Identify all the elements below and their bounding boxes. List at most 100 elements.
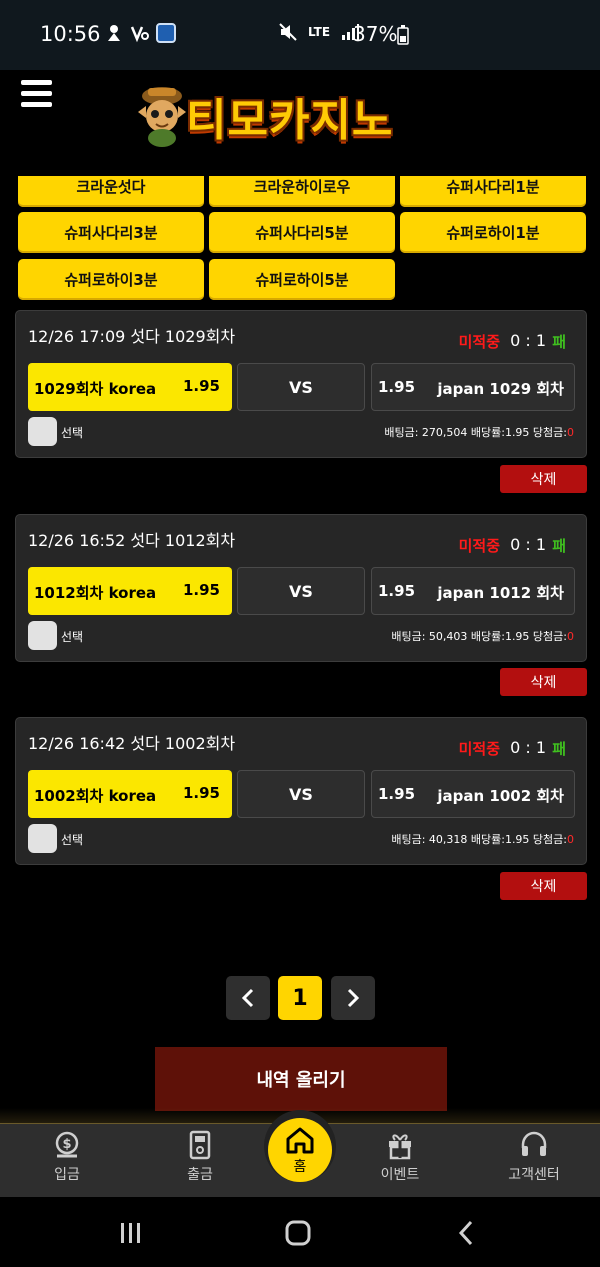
bet-result: 패 bbox=[552, 537, 566, 555]
bet-card: 12/26 16:52 섯다 1012회차 미적중 0 : 1 패 1012회차… bbox=[15, 514, 587, 662]
delete-button[interactable]: 삭제 bbox=[500, 872, 587, 900]
header-overlay: 티모카지노 bbox=[0, 70, 600, 176]
away-odds: 1.95 bbox=[378, 582, 416, 600]
category-button[interactable]: 슈퍼사다리3분 bbox=[18, 212, 204, 253]
select-checkbox[interactable] bbox=[28, 824, 57, 853]
status-system-icons: LTE bbox=[278, 22, 360, 42]
nav-support-label: 고객센터 bbox=[508, 1167, 560, 1183]
home-odds: 1.95 bbox=[182, 784, 220, 802]
svg-text:$: $ bbox=[62, 1137, 71, 1152]
select-checkbox[interactable] bbox=[28, 621, 57, 650]
select-label: 선택 bbox=[61, 426, 84, 440]
away-odds: 1.95 bbox=[378, 785, 416, 803]
atm-icon bbox=[189, 1130, 211, 1160]
next-page-button[interactable] bbox=[331, 976, 375, 1020]
select-checkbox[interactable] bbox=[28, 417, 57, 446]
select-label: 선택 bbox=[61, 630, 84, 644]
away-odds: 1.95 bbox=[378, 378, 416, 396]
home-pick-button[interactable]: 1029회차 korea 1.95 bbox=[28, 363, 232, 411]
category-button[interactable]: 슈퍼로하이3분 bbox=[18, 259, 204, 300]
home-system-icon[interactable] bbox=[284, 1219, 312, 1247]
delete-button[interactable]: 삭제 bbox=[500, 465, 587, 493]
nav-event[interactable]: 이벤트 bbox=[360, 1130, 440, 1190]
home-odds: 1.95 bbox=[182, 581, 220, 599]
bet-score: 0 : 1 bbox=[510, 738, 546, 757]
nav-event-label: 이벤트 bbox=[380, 1167, 420, 1183]
home-odds: 1.95 bbox=[182, 377, 220, 395]
bet-info-text: 배팅금: 40,318 배당률:1.95 당첨금: bbox=[391, 833, 567, 846]
bet-card: 12/26 17:09 섯다 1029회차 미적중 0 : 1 패 1029회차… bbox=[15, 310, 587, 458]
notification-icon bbox=[108, 25, 120, 41]
status-time: 10:56 bbox=[40, 22, 101, 46]
upload-history-button[interactable]: 내역 올리기 bbox=[155, 1047, 447, 1111]
home-team-name: 1002회차 korea bbox=[34, 787, 157, 805]
category-button[interactable]: 슈퍼로하이5분 bbox=[209, 259, 395, 300]
away-team-name: japan 1012 회차 bbox=[437, 584, 564, 602]
bet-title: 12/26 16:52 섯다 1012회차 bbox=[28, 531, 236, 550]
current-page-button[interactable]: 1 bbox=[278, 976, 322, 1020]
away-team-name: japan 1002 회차 bbox=[437, 787, 564, 805]
home-icon bbox=[286, 1127, 314, 1154]
bet-status: 미적중 bbox=[458, 333, 500, 351]
bet-info: 배팅금: 270,504 배당률:1.95 당첨금:0 bbox=[384, 424, 574, 440]
nav-home-label: 홈 bbox=[293, 1159, 307, 1175]
select-label: 선택 bbox=[61, 833, 84, 847]
menu-button[interactable] bbox=[21, 80, 52, 107]
bet-status: 미적중 bbox=[458, 740, 500, 758]
home-pick-button[interactable]: 1002회차 korea 1.95 bbox=[28, 770, 232, 818]
gift-icon bbox=[389, 1134, 411, 1160]
nav-withdraw-label: 출금 bbox=[187, 1167, 213, 1183]
chevron-left-icon bbox=[241, 988, 254, 1008]
bet-info: 배팅금: 40,318 배당률:1.95 당첨금:0 bbox=[391, 831, 574, 847]
nav-support[interactable]: 고객센터 bbox=[494, 1130, 574, 1190]
win-amount: 0 bbox=[567, 426, 574, 439]
category-button[interactable]: 슈퍼로하이1분 bbox=[400, 212, 586, 253]
home-pick-button[interactable]: 1012회차 korea 1.95 bbox=[28, 567, 232, 615]
bet-card: 12/26 16:42 섯다 1002회차 미적중 0 : 1 패 1002회차… bbox=[15, 717, 587, 865]
win-amount: 0 bbox=[567, 630, 574, 643]
system-nav-bar bbox=[0, 1197, 600, 1267]
nav-home[interactable]: 홈 bbox=[268, 1118, 332, 1182]
mute-icon bbox=[279, 23, 297, 41]
battery-icon bbox=[397, 25, 409, 45]
win-amount: 0 bbox=[567, 833, 574, 846]
status-notification-icons bbox=[104, 23, 176, 43]
bet-score: 0 : 1 bbox=[510, 331, 546, 350]
logo-link[interactable]: 티모카지노 bbox=[134, 80, 454, 152]
back-icon[interactable] bbox=[456, 1219, 476, 1247]
home-team-name: 1029회차 korea bbox=[34, 380, 157, 398]
money-bag-icon: $ bbox=[55, 1131, 79, 1158]
prev-page-button[interactable] bbox=[226, 976, 270, 1020]
delete-button[interactable]: 삭제 bbox=[500, 668, 587, 696]
vs-button[interactable]: VS bbox=[237, 363, 365, 411]
away-pick-button[interactable]: 1.95 japan 1002 회차 bbox=[371, 770, 575, 818]
vs-button[interactable]: VS bbox=[237, 567, 365, 615]
status-bar: 10:56 LTE 37% bbox=[0, 0, 600, 70]
app-badge-icon bbox=[156, 23, 176, 43]
home-team-name: 1012회차 korea bbox=[34, 584, 157, 602]
bet-result: 패 bbox=[552, 740, 566, 758]
recent-apps-icon[interactable] bbox=[118, 1221, 144, 1245]
bet-info-text: 배팅금: 270,504 배당률:1.95 당첨금: bbox=[384, 426, 567, 439]
nav-deposit[interactable]: $ 입금 bbox=[27, 1130, 107, 1190]
bet-title: 12/26 17:09 섯다 1029회차 bbox=[28, 327, 236, 346]
category-button[interactable]: 슈퍼사다리5분 bbox=[209, 212, 395, 253]
chevron-right-icon bbox=[347, 988, 360, 1008]
battery-percent: 37% bbox=[353, 22, 398, 46]
bet-score: 0 : 1 bbox=[510, 535, 546, 554]
away-pick-button[interactable]: 1.95 japan 1012 회차 bbox=[371, 567, 575, 615]
bet-title: 12/26 16:42 섯다 1002회차 bbox=[28, 734, 236, 753]
vs-button[interactable]: VS bbox=[237, 770, 365, 818]
network-type: LTE bbox=[308, 25, 331, 39]
bet-status: 미적중 bbox=[458, 537, 500, 555]
bet-info: 배팅금: 50,403 배당률:1.95 당첨금:0 bbox=[391, 628, 574, 644]
nav-deposit-label: 입금 bbox=[54, 1167, 80, 1183]
bet-info-text: 배팅금: 50,403 배당률:1.95 당첨금: bbox=[391, 630, 567, 643]
mascot-icon bbox=[138, 87, 186, 147]
vpn-key-icon bbox=[130, 26, 149, 43]
away-pick-button[interactable]: 1.95 japan 1029 회차 bbox=[371, 363, 575, 411]
away-team-name: japan 1029 회차 bbox=[437, 380, 564, 398]
logo-text: 티모카지노 bbox=[186, 95, 394, 146]
headset-icon bbox=[521, 1131, 547, 1156]
nav-withdraw[interactable]: 출금 bbox=[160, 1130, 240, 1190]
